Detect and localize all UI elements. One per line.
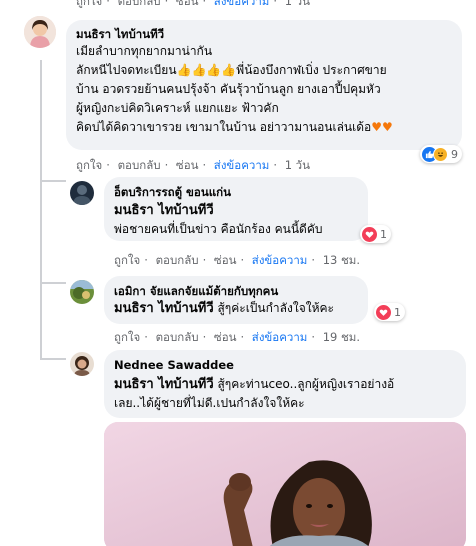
like-link[interactable]: ถูกใจ	[114, 253, 140, 267]
avatar-woman-icon	[24, 16, 56, 48]
reply-body: พ่อชายคนที่เป็นข่าว คือนักร้อง คนนี้ดีคั…	[114, 222, 323, 236]
love-reaction-icon	[376, 304, 391, 320]
send-message-link[interactable]: ส่งข้อความ	[252, 330, 308, 344]
avatar-landscape-icon	[70, 280, 94, 304]
comment-line-3: บ้าน อวดรวยย้านคนปรุ้งจ้า คันรุ้วาบ้านลู…	[76, 82, 381, 96]
reply-link[interactable]: ตอบกลับ	[118, 0, 161, 8]
haha-reaction-icon	[433, 146, 448, 162]
send-message-link[interactable]: ส่งข้อความ	[214, 0, 270, 8]
hide-link[interactable]: ซ่อน	[176, 158, 199, 172]
reply-actions: ถูกใจ · ตอบกลับ · ซ่อน · ส่งข้อความ · 19 ชม.	[114, 330, 361, 344]
woman-flexing-photo	[104, 422, 466, 546]
reaction-count: 1	[394, 305, 401, 319]
reply-actions: ถูกใจ · ตอบกลับ · ซ่อน · ส่งข้อความ · 13 ชม.	[114, 253, 361, 267]
like-link[interactable]: ถูกใจ	[114, 330, 140, 344]
avatar[interactable]	[70, 352, 94, 376]
reply-link[interactable]: ตอบกลับ	[118, 158, 161, 172]
reply-author[interactable]: Nednee Sawaddee	[114, 358, 234, 372]
mention-link[interactable]: มนธิรา ไทบ้านทีวี	[114, 201, 374, 220]
main-comment-actions: ถูกใจ · ตอบกลับ · ซ่อน · ส่งข้อความ · 1 วัน	[76, 158, 310, 172]
reply-line-2: เลย..ได้ผู้ชายที่ไม่ดี.เปนกำลังใจให้คะ	[114, 396, 305, 410]
mention-link[interactable]: มนธิรา ไทบ้านทีวี	[114, 377, 214, 392]
avatar[interactable]	[70, 280, 94, 304]
mention-link[interactable]: มนธิรา ไทบ้านทีวี	[114, 301, 214, 316]
reply-link[interactable]: ตอบกลับ	[156, 330, 199, 344]
reply-link[interactable]: ตอบกลับ	[156, 253, 199, 267]
reply-text: มนธิรา ไทบ้านทีวี สู้ๆค่ะเป็นกำลังใจให้ค…	[114, 299, 384, 318]
thread-branch-3	[40, 358, 66, 360]
comment-line-1: เมียลำบากทุกยากมาน่ากัน	[76, 44, 213, 58]
avatar-van-icon	[70, 181, 94, 205]
avatar-woman-icon	[70, 352, 94, 376]
comment-line-4: ผู้หญิงกะบ่คิดวิเคราะห์ แยกแยะ ฟ้าวคัก	[76, 101, 279, 115]
reply-time: 19 ชม.	[322, 330, 361, 344]
thread-branch-2	[40, 282, 66, 284]
reaction-summary[interactable]: 1	[360, 225, 391, 243]
love-reaction-icon	[362, 226, 377, 242]
reaction-count: 1	[380, 227, 387, 241]
avatar[interactable]	[24, 16, 56, 48]
like-link[interactable]: ถูกใจ	[76, 0, 102, 8]
hide-link[interactable]: ซ่อน	[214, 253, 237, 267]
comment-line-2: ลักหนีไปจดทะเบียน👍👍👍👍พี่น้องบึงกาฬเบิ่ง …	[76, 63, 387, 77]
orange-heart-icon: ♥♥	[371, 120, 393, 134]
comment-line-5: คิดบ่ได้คิดวาเขารวย เขามาในบ้าน อย่าวามา…	[76, 120, 393, 134]
hide-link[interactable]: ซ่อน	[176, 0, 199, 8]
reaction-summary[interactable]: 9	[420, 145, 462, 163]
hide-link[interactable]: ซ่อน	[214, 330, 237, 344]
comment-time: 1 วัน	[284, 158, 310, 172]
send-message-link[interactable]: ส่งข้อความ	[252, 253, 308, 267]
send-message-link[interactable]: ส่งข้อความ	[214, 158, 270, 172]
thread-line-vertical	[40, 60, 42, 360]
reply-body: สู้ๆค่ะเป็นกำลังใจให้คะ	[217, 301, 334, 315]
reaction-summary[interactable]: 1	[374, 303, 405, 321]
reply-text: มนธิรา ไทบ้านทีวี สู้ๆคะท่านceo..ลูกผู้ห…	[114, 375, 464, 413]
thread-branch-1	[40, 180, 66, 182]
reply-text: มนธิรา ไทบ้านทีวี พ่อชายคนที่เป็นข่าว คื…	[114, 201, 374, 239]
top-comment-actions: ถูกใจ · ตอบกลับ · ซ่อน · ส่งข้อความ · 1 วัน	[76, 0, 310, 11]
reaction-count: 9	[451, 147, 458, 161]
attached-photo[interactable]	[104, 422, 466, 546]
avatar[interactable]	[70, 181, 94, 205]
comment-time: 1 วัน	[284, 0, 310, 8]
reply-line-1: มนธิรา ไทบ้านทีวี สู้ๆคะท่านceo..ลูกผู้ห…	[114, 377, 395, 392]
thumbs-up-icon: 👍👍👍👍	[176, 63, 237, 77]
reply-author[interactable]: อ็ตบริการรถตู้ ขอนแก่น	[114, 184, 231, 202]
reply-time: 13 ชม.	[322, 253, 361, 267]
comment-text: เมียลำบากทุกยากมาน่ากัน ลักหนีไปจดทะเบีย…	[76, 42, 466, 137]
like-link[interactable]: ถูกใจ	[76, 158, 102, 172]
